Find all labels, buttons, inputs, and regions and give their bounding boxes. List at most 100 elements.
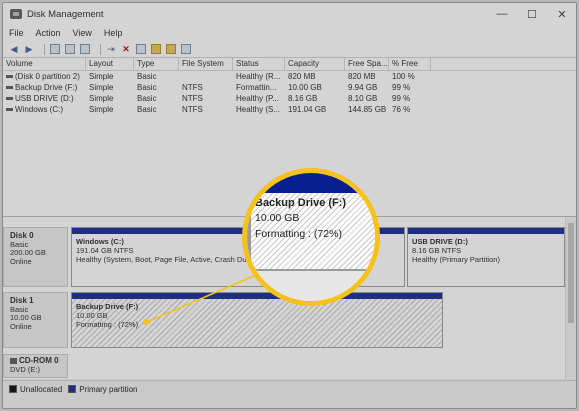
zoom-lower-area	[247, 269, 375, 301]
volume-layout: Simple	[89, 83, 114, 92]
table-row[interactable]: (Disk 0 partition 2) Simple Basic Health…	[3, 71, 576, 82]
menu-file[interactable]: File	[9, 28, 24, 38]
column-capacity[interactable]: Capacity	[285, 58, 345, 70]
volume-capacity: 820 MB	[288, 72, 316, 81]
volume-status: Healthy (S...	[236, 105, 281, 114]
minimize-button[interactable]: —	[485, 3, 519, 25]
partition-name: USB DRIVE (D:)	[412, 237, 468, 246]
zoom-partition-bar	[247, 173, 375, 193]
disk-0-label[interactable]: Disk 0 Basic 200.00 GB Online	[3, 227, 68, 287]
disk-view-scrollbar[interactable]	[565, 217, 576, 379]
volume-layout: Simple	[89, 105, 114, 114]
drive-icon	[6, 97, 13, 101]
menu-bar: File Action View Help	[3, 25, 576, 41]
volume-percent-free: 99 %	[392, 94, 411, 103]
volume-name: USB DRIVE (D:)	[15, 94, 74, 103]
toolbar: ◀ ▶ ⇥ ✕	[3, 41, 576, 58]
settings-icon[interactable]	[181, 44, 191, 54]
disk-1-label[interactable]: Disk 1 Basic 10.00 GB Online	[3, 292, 68, 348]
legend-primary-partition: Primary partition	[79, 384, 138, 394]
partition-name: Backup Drive (F:)	[76, 302, 139, 311]
drive-icon	[6, 108, 13, 112]
volume-file-system: NTFS	[182, 94, 203, 103]
volume-free-space: 8.10 GB	[348, 94, 378, 103]
properties-icon[interactable]	[50, 44, 60, 54]
zoom-partition-name: Backup Drive (F:)	[255, 197, 347, 209]
volume-capacity: 10.00 GB	[288, 83, 322, 92]
volume-status: Healthy (P...	[236, 94, 279, 103]
volume-percent-free: 76 %	[392, 105, 411, 114]
disk-status: Online	[10, 256, 32, 266]
delete-icon[interactable]: ✕	[121, 44, 131, 54]
legend: Unallocated Primary partition	[3, 380, 576, 397]
close-button[interactable]: ✕	[545, 3, 576, 25]
menu-action[interactable]: Action	[36, 28, 61, 38]
cdrom-name: CD-ROM 0	[19, 356, 59, 365]
partition-usb-drive-d[interactable]: USB DRIVE (D:) 8.16 GB NTFS Healthy (Pri…	[407, 227, 565, 287]
volume-type: Basic	[137, 94, 157, 103]
volume-file-system: NTFS	[182, 105, 203, 114]
volume-status: Formattin...	[236, 83, 277, 92]
volume-capacity: 191.04 GB	[288, 105, 327, 114]
folder-icon[interactable]	[151, 44, 161, 54]
volume-percent-free: 99 %	[392, 83, 411, 92]
volume-type: Basic	[137, 105, 157, 114]
check-icon[interactable]	[136, 44, 146, 54]
volume-free-space: 144.85 GB	[348, 105, 387, 114]
volume-file-system	[179, 71, 233, 82]
status-bar	[3, 397, 576, 408]
menu-view[interactable]: View	[73, 28, 92, 38]
help-icon[interactable]	[65, 44, 75, 54]
volume-type: Basic	[137, 83, 157, 92]
disk-status: Online	[10, 321, 32, 331]
forward-icon[interactable]: ▶	[24, 44, 34, 54]
unallocated-swatch	[9, 385, 17, 393]
volume-percent-free: 100 %	[392, 72, 415, 81]
volume-layout: Simple	[89, 72, 114, 81]
toolbar-separator	[100, 43, 101, 55]
volume-list-header: Volume Layout Type File System Status Ca…	[3, 58, 576, 71]
column-volume[interactable]: Volume	[3, 58, 86, 70]
partition-info: 8.16 GB NTFS	[412, 246, 462, 255]
disk-management-app-icon	[10, 9, 22, 19]
window-title: Disk Management	[27, 8, 104, 20]
volume-name: Windows (C:)	[15, 105, 64, 114]
cdrom-icon	[10, 357, 17, 364]
column-file-system[interactable]: File System	[179, 58, 233, 70]
column-layout[interactable]: Layout	[86, 58, 134, 70]
volume-file-system: NTFS	[182, 83, 203, 92]
zoom-partition-size: 10.00 GB	[255, 212, 300, 224]
toolbar-separator	[44, 43, 45, 55]
drive-icon	[6, 86, 13, 90]
volume-free-space: 9.94 GB	[348, 83, 378, 92]
cdrom-drive: DVD (E:)	[10, 364, 40, 374]
partition-status: Formatting : (72%)	[76, 320, 139, 329]
zoom-partition-status: Formatting : (72%)	[255, 228, 342, 240]
back-icon[interactable]: ◀	[9, 44, 19, 54]
partition-info: 10.00 GB	[76, 311, 108, 320]
column-status[interactable]: Status	[233, 58, 285, 70]
connect-icon[interactable]: ⇥	[106, 44, 116, 54]
disk-icon[interactable]	[166, 44, 176, 54]
title-bar: Disk Management — ☐ ✕	[3, 3, 576, 25]
volume-type: Basic	[137, 72, 157, 81]
menu-help[interactable]: Help	[104, 28, 123, 38]
table-row[interactable]: Windows (C:) Simple Basic NTFS Healthy (…	[3, 104, 576, 115]
volume-free-space: 820 MB	[348, 72, 376, 81]
partition-status: Healthy (Primary Partition)	[412, 255, 500, 264]
volume-layout: Simple	[89, 94, 114, 103]
cdrom-row: CD-ROM 0 DVD (E:)	[3, 354, 565, 378]
magnified-callout: Backup Drive (F:) 10.00 GB Formatting : …	[242, 168, 380, 306]
table-row[interactable]: USB DRIVE (D:) Simple Basic NTFS Healthy…	[3, 93, 576, 104]
column-free-space[interactable]: Free Spa...	[345, 58, 389, 70]
refresh-icon[interactable]	[80, 44, 90, 54]
column-percent-free[interactable]: % Free	[389, 58, 431, 70]
drive-icon	[6, 75, 13, 79]
volume-name: Backup Drive (F:)	[15, 83, 78, 92]
table-row[interactable]: Backup Drive (F:) Simple Basic NTFS Form…	[3, 82, 576, 93]
legend-unallocated: Unallocated	[20, 384, 63, 394]
cdrom-label[interactable]: CD-ROM 0 DVD (E:)	[3, 354, 68, 378]
maximize-button[interactable]: ☐	[515, 3, 549, 25]
column-type[interactable]: Type	[134, 58, 179, 70]
scrollbar-thumb[interactable]	[568, 223, 574, 323]
